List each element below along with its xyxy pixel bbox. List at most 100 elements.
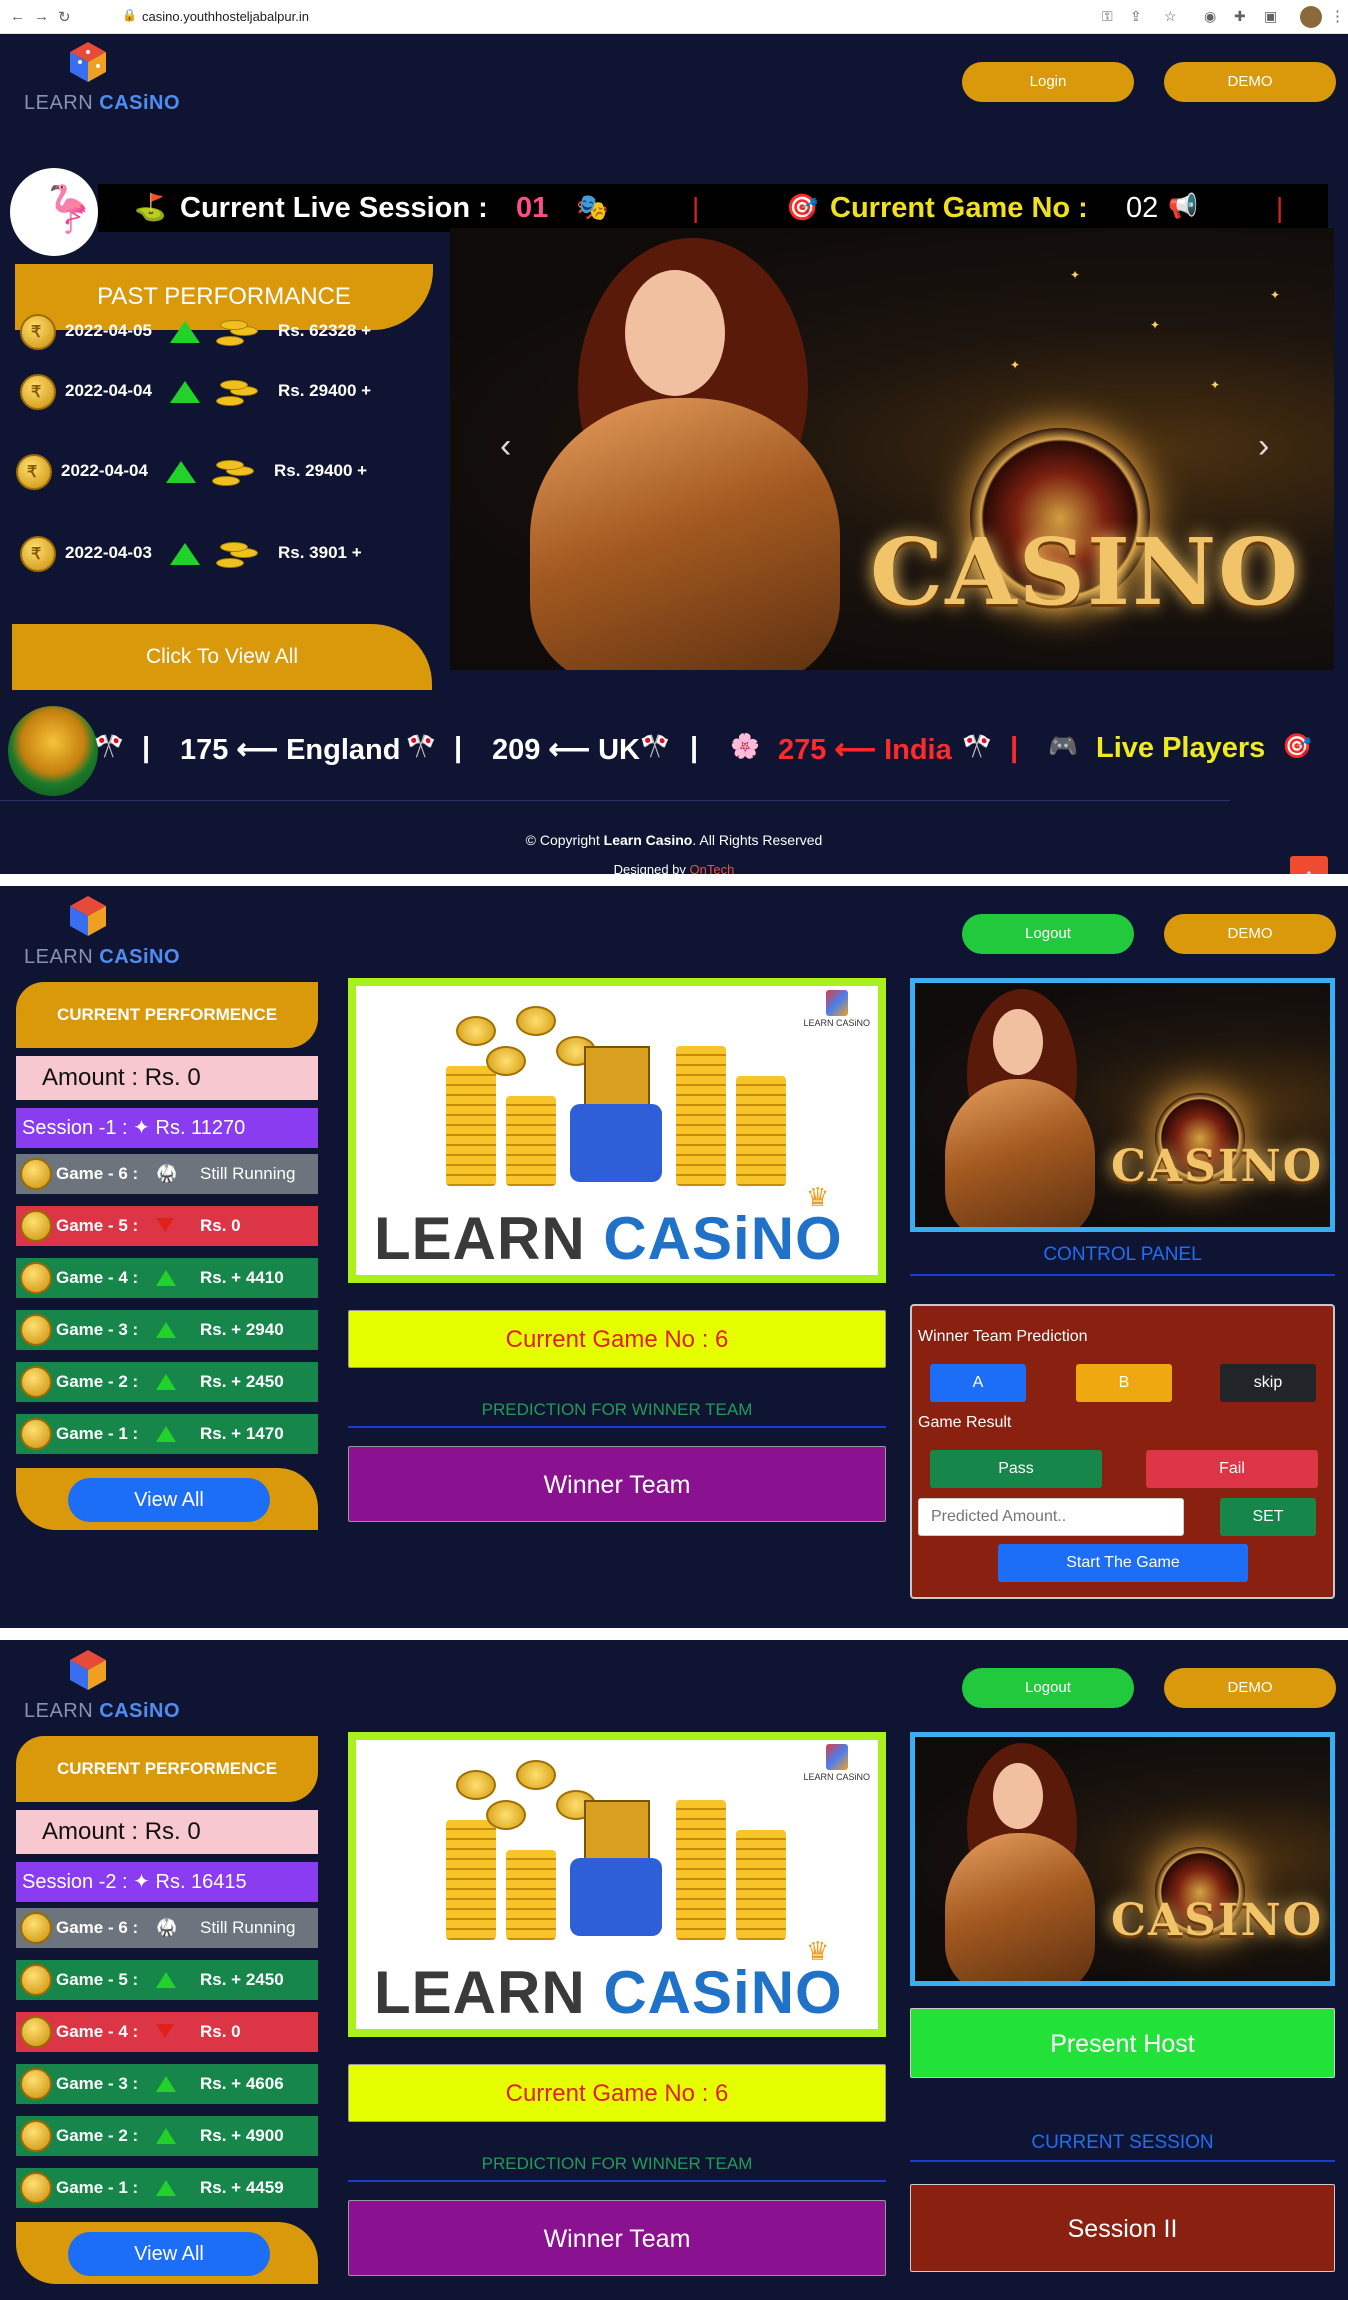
diamond-icon: ✦ <box>133 1117 150 1139</box>
uk-count: 209 ⟵ UK <box>492 734 640 766</box>
session-row: Session -1 : ✦ Rs. 11270 <box>16 1108 318 1148</box>
copyright: © Copyright Learn Casino. All Rights Res… <box>525 832 823 848</box>
designer-link[interactable]: OnTech <box>690 862 735 874</box>
mini-logo: LEARN CASiNO <box>803 990 870 1028</box>
game-row: Game - 3 : Rs. + 4606 <box>16 2064 318 2104</box>
reload-icon[interactable]: ↻ <box>58 8 71 26</box>
flag-icon: 🎌 <box>406 733 436 760</box>
current-session-label: CURRENT SESSION <box>1031 2132 1214 2153</box>
up-arrow-icon <box>170 381 200 403</box>
past-row: ₹ 2022-04-03 Rs. 3901 + <box>20 534 440 574</box>
live-players-label: Live Players <box>1096 732 1266 764</box>
logo[interactable]: LEARN CASiNO <box>24 40 194 120</box>
control-panel: Winner Team Prediction A B skip Game Res… <box>910 1304 1335 1599</box>
game-label: Current Game No : <box>830 192 1088 224</box>
session-label: Current Live Session : <box>180 192 488 224</box>
demo-button[interactable]: DEMO <box>1164 914 1336 954</box>
megaphone-icon: 📢 <box>1168 193 1198 220</box>
home-panel: LEARN CASiNO Login DEMO 🦩 ⛳ Current Live… <box>0 34 1348 874</box>
present-host-button[interactable]: Present Host <box>910 2008 1335 2078</box>
carousel-prev-icon[interactable]: ‹ <box>500 427 511 466</box>
flower-icon: 🌸 <box>730 733 760 760</box>
dice-logo-icon <box>70 1650 106 1690</box>
login-button[interactable]: Login <box>962 62 1134 102</box>
key-icon[interactable]: ⚿ <box>1102 8 1113 25</box>
live-session-bar: ⛳ Current Live Session : 01 🎭 | 🎯 Curren… <box>98 184 1328 232</box>
lock-icon: 🔒 <box>122 8 137 22</box>
share-icon[interactable]: ⇪ <box>1130 8 1142 25</box>
target-icon: 🎯 <box>1282 733 1312 760</box>
scroll-top-button[interactable]: ↑ <box>1290 856 1328 874</box>
menu-icon[interactable]: ⋮ <box>1330 7 1345 25</box>
separator: | <box>142 732 151 764</box>
current-game-display: Current Game No : 6 <box>348 2064 886 2122</box>
flag-icon: 🎌 <box>94 733 124 760</box>
profile-avatar[interactable] <box>1300 6 1322 28</box>
current-performance-title: CURRENT PERFORMENCE <box>16 1736 318 1802</box>
coins-stack-icon <box>216 540 262 570</box>
game-result-label: Game Result <box>918 1414 1012 1431</box>
logout-button[interactable]: Logout <box>962 914 1134 954</box>
learn-casino-banner: ♛ LEARN CASiNO LEARN CASiNO <box>348 978 886 1283</box>
view-all-button[interactable]: View All <box>68 2232 270 2276</box>
team-b-button[interactable]: B <box>1076 1364 1172 1402</box>
demo-button[interactable]: DEMO <box>1164 62 1336 102</box>
current-performance-title: CURRENT PERFORMENCE <box>16 982 318 1048</box>
demo-button[interactable]: DEMO <box>1164 1668 1336 1708</box>
star-icon[interactable]: ☆ <box>1164 8 1177 25</box>
team-a-button[interactable]: A <box>930 1364 1026 1402</box>
coin-icon: ₹ <box>20 314 56 350</box>
bird-icon: 🦩 <box>40 183 98 235</box>
extensions-icon[interactable]: ✚ <box>1234 8 1246 25</box>
pass-button[interactable]: Pass <box>930 1450 1102 1488</box>
coins-stack-icon <box>216 378 262 408</box>
back-icon[interactable]: ← <box>10 8 25 25</box>
up-arrow-icon <box>166 461 196 483</box>
view-all-button[interactable]: View All <box>68 1478 270 1522</box>
game-row: Game - 4 : Rs. 0 <box>16 2012 318 2052</box>
extension-color-icon[interactable]: ◉ <box>1204 8 1216 25</box>
view-all-footer: View All <box>16 1468 318 1530</box>
address-bar[interactable]: 🔒 casino.youthhosteljabalpur.in <box>112 5 1112 29</box>
game-row: Game - 5 : Rs. + 2450 <box>16 1960 318 2000</box>
sidepanel-icon[interactable]: ▣ <box>1264 8 1277 25</box>
learn-casino-banner: ♛ LEARN CASiNO LEARN CASiNO <box>348 1732 886 2037</box>
treasure-chest-icon <box>8 706 98 796</box>
set-button[interactable]: SET <box>1220 1498 1316 1536</box>
logo-text: LEARN CASiNO <box>24 92 181 114</box>
fail-button[interactable]: Fail <box>1146 1450 1318 1488</box>
dice-logo-icon <box>70 896 106 936</box>
forward-icon[interactable]: → <box>34 8 49 25</box>
winner-team-display: Winner Team <box>348 1446 886 1522</box>
divider <box>910 2160 1335 2162</box>
casino-preview-image: CASINO <box>910 978 1335 1232</box>
dice-logo-icon <box>70 42 106 82</box>
carousel-next-icon[interactable]: › <box>1258 427 1269 466</box>
india-count: 275 ⟵ India <box>778 734 952 766</box>
flag-icon: 🎌 <box>962 733 992 760</box>
session-row: Session -2 : ✦ Rs. 16415 <box>16 1862 318 1902</box>
amount-box: Amount : Rs. 0 <box>16 1810 318 1854</box>
separator: | <box>1010 732 1019 764</box>
game-row: Game - 6 : 🥋 Still Running <box>16 1908 318 1948</box>
coins-stack-icon <box>216 318 262 348</box>
up-arrow-icon <box>156 2128 176 2144</box>
down-arrow-icon <box>156 1218 174 1232</box>
live-players-ticker: 🎌 | 175 ⟵ England 🎌 | 209 ⟵ UK 🎌 | 🌸 275… <box>92 724 1342 774</box>
prediction-label: PREDICTION FOR WINNER TEAM <box>481 2154 753 2173</box>
predicted-amount-input[interactable] <box>918 1498 1184 1536</box>
running-icon: 🥋 <box>156 1164 178 1183</box>
view-all-past-button[interactable]: Click To View All <box>12 624 432 690</box>
current-session-display: Session II <box>910 2184 1335 2272</box>
logo[interactable]: LEARN CASiNO <box>24 1648 194 1728</box>
golf-icon: ⛳ <box>134 192 167 222</box>
gamepad-icon: 🎮 <box>1048 733 1078 760</box>
game-row: Game - 1 : Rs. + 4459 <box>16 2168 318 2208</box>
divider <box>348 2180 886 2182</box>
logo[interactable]: LEARN CASiNO <box>24 894 194 974</box>
start-game-button[interactable]: Start The Game <box>998 1544 1248 1582</box>
skip-button[interactable]: skip <box>1220 1364 1316 1402</box>
logout-button[interactable]: Logout <box>962 1668 1134 1708</box>
game-row: Game - 5 : Rs. 0 <box>16 1206 318 1246</box>
separator: | <box>454 732 463 764</box>
